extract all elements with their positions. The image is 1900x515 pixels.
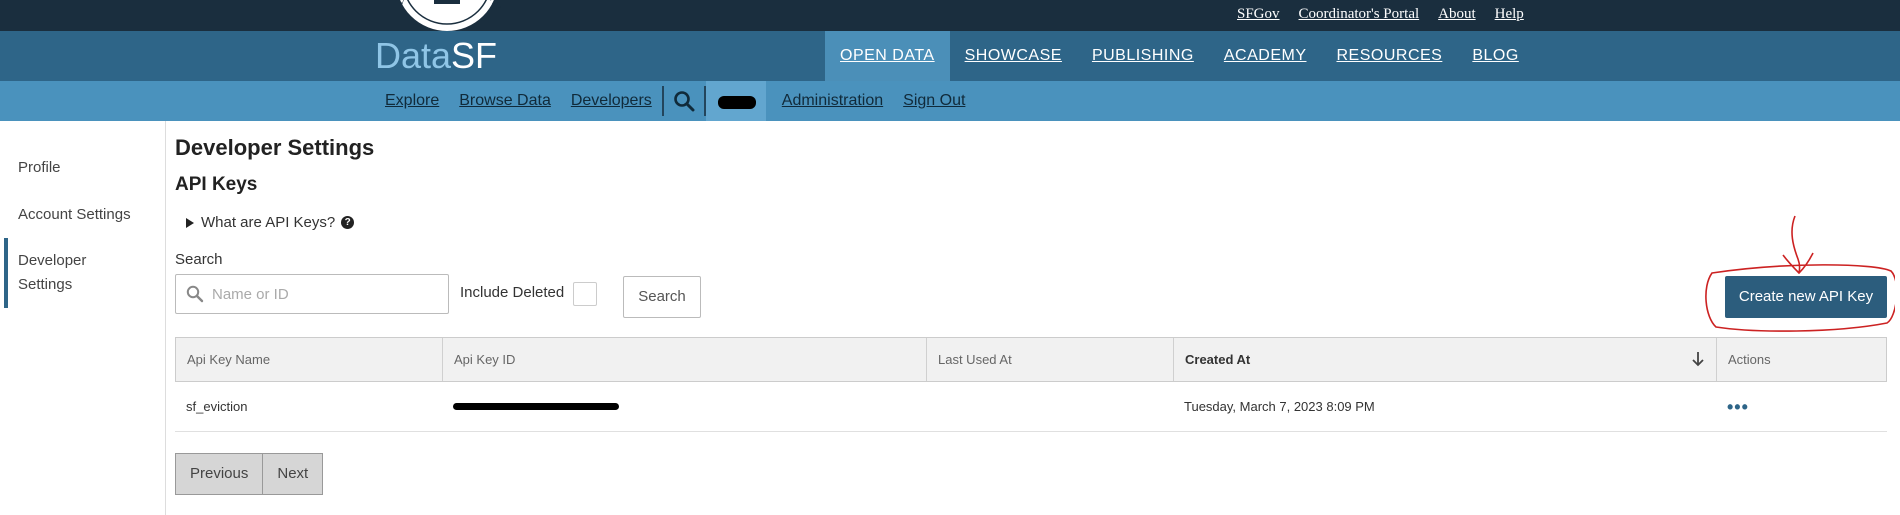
triangle-right-icon bbox=[186, 217, 194, 228]
cell-last-used-at bbox=[926, 382, 1173, 432]
search-label: Search bbox=[175, 251, 223, 268]
developers-link[interactable]: Developers bbox=[571, 92, 652, 110]
sign-out-link[interactable]: Sign Out bbox=[903, 92, 965, 110]
search-button[interactable]: Search bbox=[623, 276, 701, 318]
column-header-actions: Actions bbox=[1728, 352, 1771, 367]
pagination: Previous Next bbox=[175, 453, 324, 495]
sfgov-link[interactable]: SFGov bbox=[1237, 6, 1280, 23]
page-title: Developer Settings bbox=[175, 135, 375, 160]
redacted-api-key-id bbox=[453, 403, 619, 411]
sidebar-item-profile[interactable]: Profile bbox=[18, 156, 61, 180]
coordinators-portal-link[interactable]: Coordinator's Portal bbox=[1299, 6, 1420, 23]
logo-data-text: Data bbox=[375, 35, 452, 76]
api-keys-info-disclosure[interactable]: What are API Keys? ? bbox=[185, 214, 355, 231]
nav-blog[interactable]: BLOG bbox=[1457, 31, 1533, 81]
help-icon[interactable]: ? bbox=[341, 216, 355, 229]
browse-data-link[interactable]: Browse Data bbox=[459, 92, 551, 110]
api-keys-table: Api Key Name Api Key ID Last Used At Cre… bbox=[175, 337, 1887, 432]
column-header-created-at[interactable]: Created At bbox=[1174, 338, 1717, 381]
cell-api-key-id bbox=[442, 382, 926, 432]
about-link[interactable]: About bbox=[1438, 6, 1476, 23]
column-header-api-key-id[interactable]: Api Key ID bbox=[443, 338, 927, 381]
include-deleted-label: Include Deleted bbox=[460, 284, 565, 301]
nav-resources[interactable]: RESOURCES bbox=[1321, 31, 1457, 81]
arrow-down-icon[interactable] bbox=[1690, 350, 1706, 368]
more-actions-icon[interactable]: ••• bbox=[1727, 397, 1749, 417]
settings-sidebar: Profile Account Settings Developer Setti… bbox=[0, 121, 166, 515]
create-new-api-key-button[interactable]: Create new API Key bbox=[1725, 276, 1887, 318]
site-search-button[interactable] bbox=[664, 81, 704, 121]
search-icon bbox=[673, 91, 695, 112]
search-icon bbox=[186, 285, 204, 303]
column-header-last-used-at[interactable]: Last Used At bbox=[927, 338, 1174, 381]
cell-actions: ••• bbox=[1716, 382, 1885, 432]
column-header-api-key-name[interactable]: Api Key Name bbox=[176, 338, 443, 381]
user-profile-menu[interactable] bbox=[705, 81, 766, 121]
datasf-logo[interactable]: DataSF bbox=[375, 33, 497, 79]
nav-publishing[interactable]: PUBLISHING bbox=[1077, 31, 1209, 81]
created-at-header-label: Created At bbox=[1185, 352, 1251, 367]
redacted-username bbox=[717, 96, 756, 109]
sidebar-active-indicator bbox=[4, 238, 8, 308]
sub-navigation: Explore Browse Data Developers Administr… bbox=[0, 81, 1900, 121]
cell-created-at: Tuesday, March 7, 2023 8:09 PM bbox=[1184, 399, 1375, 414]
disclosure-label: What are API Keys? bbox=[201, 214, 336, 231]
section-title: API Keys bbox=[175, 174, 258, 195]
cell-api-key-name: sf_eviction bbox=[186, 399, 248, 414]
nav-open-data[interactable]: OPEN DATA bbox=[825, 31, 950, 81]
nav-showcase[interactable]: SHOWCASE bbox=[950, 31, 1077, 81]
next-page-button[interactable]: Next bbox=[263, 453, 324, 495]
api-key-search-field[interactable] bbox=[175, 274, 449, 314]
include-deleted-checkbox[interactable] bbox=[573, 282, 597, 306]
search-input[interactable] bbox=[212, 285, 432, 303]
top-utility-bar: E C A N SFGov Coordinator's Portal About… bbox=[0, 0, 1900, 32]
previous-page-button[interactable]: Previous bbox=[175, 453, 264, 495]
red-annotation-mark bbox=[1705, 215, 1895, 332]
table-row: sf_eviction Tuesday, March 7, 2023 8:09 … bbox=[175, 382, 1887, 432]
sidebar-item-developer-settings[interactable]: Developer Settings bbox=[18, 249, 128, 297]
table-header: Api Key Name Api Key ID Last Used At Cre… bbox=[175, 337, 1887, 382]
logo-sf-text: SF bbox=[451, 35, 498, 76]
nav-academy[interactable]: ACADEMY bbox=[1209, 31, 1322, 81]
main-navigation: DataSF OPEN DATA SHOWCASE PUBLISHING ACA… bbox=[0, 31, 1900, 81]
administration-link[interactable]: Administration bbox=[782, 92, 883, 110]
explore-link[interactable]: Explore bbox=[385, 92, 439, 110]
help-link[interactable]: Help bbox=[1495, 6, 1524, 23]
city-seal-logo: E C A N bbox=[372, 0, 522, 32]
sidebar-item-account-settings[interactable]: Account Settings bbox=[18, 203, 131, 227]
